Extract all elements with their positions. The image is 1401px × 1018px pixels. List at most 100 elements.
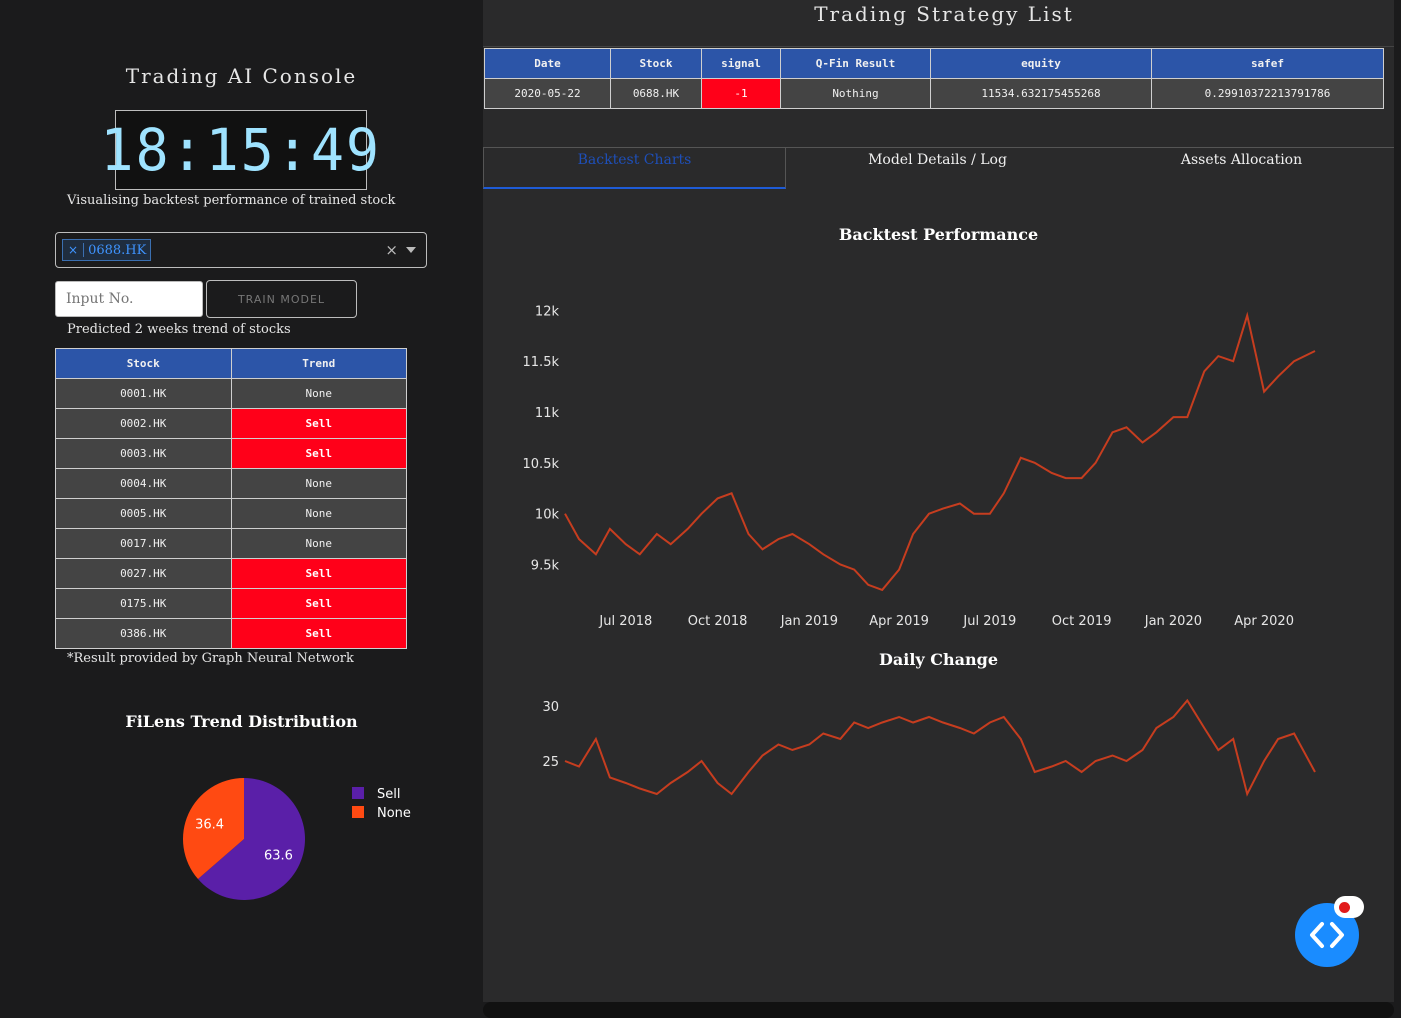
y-tick-label: 11.5k — [523, 355, 560, 370]
tab-bar: Backtest Charts Model Details / Log Asse… — [483, 147, 1394, 189]
cell-stock: 0688.HK — [610, 78, 702, 109]
x-tick-label: Oct 2018 — [688, 614, 748, 629]
chevron-down-icon[interactable] — [406, 247, 416, 253]
strategy-table-container: Date Stock signal Q-Fin Result equity sa… — [483, 46, 1394, 148]
series-line — [564, 311, 1316, 592]
cell-trend: Sell — [230, 588, 407, 619]
legend-label[interactable]: Sell — [377, 787, 400, 802]
x-tick-label: Jul 2018 — [598, 614, 652, 629]
strategy-title: Trading Strategy List — [814, 2, 1074, 26]
digital-clock: 18:15:49 — [101, 110, 379, 190]
y-tick-label: 10k — [535, 508, 560, 523]
trend-pie-chart: 63.6 36.4 Sell None — [183, 778, 411, 900]
cell-stock: 0005.HK — [55, 498, 232, 529]
table-row: 2020-05-22 0688.HK -1 Nothing 11534.6321… — [484, 78, 1384, 109]
cell-trend: Sell — [230, 558, 407, 589]
x-tick-label: Jan 2020 — [1144, 614, 1202, 629]
legend-label[interactable]: None — [377, 806, 411, 821]
x-tick-label: Jan 2019 — [780, 614, 838, 629]
cell-stock: 0175.HK — [55, 588, 232, 619]
column-header-date[interactable]: Date — [484, 48, 611, 79]
x-tick-label: Jul 2019 — [962, 614, 1016, 629]
chip-remove-icon[interactable]: × — [63, 243, 85, 257]
cell-date: 2020-05-22 — [484, 78, 611, 109]
legend-swatch — [352, 806, 364, 818]
cell-signal: -1 — [701, 78, 781, 109]
tab-backtest-charts[interactable]: Backtest Charts — [483, 147, 786, 189]
clock-time: 18:15:49 — [100, 116, 382, 184]
code-icon — [1310, 922, 1344, 948]
cell-stock: 0004.HK — [55, 468, 232, 499]
daily-change-chart: 25 30 — [542, 698, 1316, 797]
table-row: 0005.HK None — [55, 498, 407, 529]
daily-change-chart-title: Daily Change — [879, 650, 998, 669]
series-line — [564, 698, 1316, 797]
x-tick-label: Apr 2020 — [1234, 614, 1294, 629]
y-tick-label: 12k — [535, 304, 560, 319]
record-dot-icon — [1339, 901, 1350, 913]
strategy-table: Date Stock signal Q-Fin Result equity sa… — [484, 48, 1384, 109]
legend-swatch — [352, 787, 364, 799]
cell-stock: 0027.HK — [55, 558, 232, 589]
column-header-qfin-result[interactable]: Q-Fin Result — [780, 48, 931, 79]
column-header-safef[interactable]: safef — [1151, 48, 1384, 79]
stock-dropdown[interactable]: × 0688.HK × — [55, 232, 427, 268]
cell-trend: Sell — [230, 618, 407, 649]
tab-assets-allocation[interactable]: Assets Allocation — [1089, 147, 1394, 189]
y-tick-label: 30 — [542, 700, 559, 715]
table-row: 0004.HK None — [55, 468, 407, 499]
cell-trend: Sell — [230, 408, 407, 439]
cell-stock: 0386.HK — [55, 618, 232, 649]
status-badge — [1334, 896, 1364, 918]
x-tick-label: Oct 2019 — [1052, 614, 1112, 629]
cell-trend: Sell — [230, 438, 407, 469]
cell-stock: 0017.HK — [55, 528, 232, 559]
input-number-field[interactable] — [55, 281, 203, 317]
backtest-caption: Visualising backtest performance of trai… — [67, 193, 396, 208]
cell-stock: 0002.HK — [55, 408, 232, 439]
cell-trend: None — [230, 498, 407, 529]
left-panel: Trading AI Console 18:15:49 Visualising … — [0, 0, 483, 1018]
pie-chart-title: FiLens Trend Distribution — [125, 712, 358, 731]
backtest-performance-chart: 9.5k 10k 10.5k 11k 11.5k 12k Jul 2018 Oct 2018 J… — [523, 304, 1316, 629]
table-row: 0017.HK None — [55, 528, 407, 559]
cell-stock: 0001.HK — [55, 378, 232, 409]
backtest-chart-title: Backtest Performance — [838, 225, 1039, 244]
cell-trend: None — [230, 528, 407, 559]
tab-model-details-log[interactable]: Model Details / Log — [786, 147, 1089, 189]
horizontal-scrollbar[interactable] — [483, 1002, 1394, 1018]
table-row: 0175.HK Sell — [55, 588, 407, 619]
right-panel: Trading Strategy List Date Stock signal … — [483, 0, 1394, 1002]
trend-table: Stock Trend 0001.HK None 0002.HK Sell 0003.H… — [55, 348, 407, 649]
column-header-equity[interactable]: equity — [930, 48, 1152, 79]
cell-qfin-result: Nothing — [780, 78, 931, 109]
cell-trend: None — [230, 468, 407, 499]
y-tick-label: 11k — [535, 406, 560, 421]
cell-safef: 0.29910372213791786 — [1151, 78, 1384, 109]
y-tick-label: 10.5k — [523, 457, 560, 472]
table-row: 0386.HK Sell — [55, 618, 407, 649]
chip-label: 0688.HK — [88, 242, 147, 258]
train-model-button[interactable]: TRAIN MODEL — [206, 280, 357, 318]
table-row: 0027.HK Sell — [55, 558, 407, 589]
pie-data-label: 36.4 — [195, 817, 224, 832]
y-tick-label: 9.5k — [531, 559, 560, 574]
y-tick-label: 25 — [542, 755, 559, 770]
column-header-stock[interactable]: Stock — [55, 348, 232, 379]
selected-stock-chip: × 0688.HK — [62, 239, 152, 261]
column-header-trend[interactable]: Trend — [230, 348, 407, 379]
pie-data-label: 63.6 — [264, 849, 293, 864]
clear-icon[interactable]: × — [385, 241, 398, 259]
cell-stock: 0003.HK — [55, 438, 232, 469]
table-row: 0002.HK Sell — [55, 408, 407, 439]
column-header-stock[interactable]: Stock — [610, 48, 702, 79]
trend-caption: Predicted 2 weeks trend of stocks — [67, 322, 291, 337]
cell-trend: None — [230, 378, 407, 409]
gnn-footnote: *Result provided by Graph Neural Network — [67, 651, 354, 666]
console-title: Trading AI Console — [125, 64, 358, 88]
table-row: 0001.HK None — [55, 378, 407, 409]
x-tick-label: Apr 2019 — [869, 614, 929, 629]
column-header-signal[interactable]: signal — [701, 48, 781, 79]
table-row: 0003.HK Sell — [55, 438, 407, 469]
cell-equity: 11534.632175455268 — [930, 78, 1152, 109]
